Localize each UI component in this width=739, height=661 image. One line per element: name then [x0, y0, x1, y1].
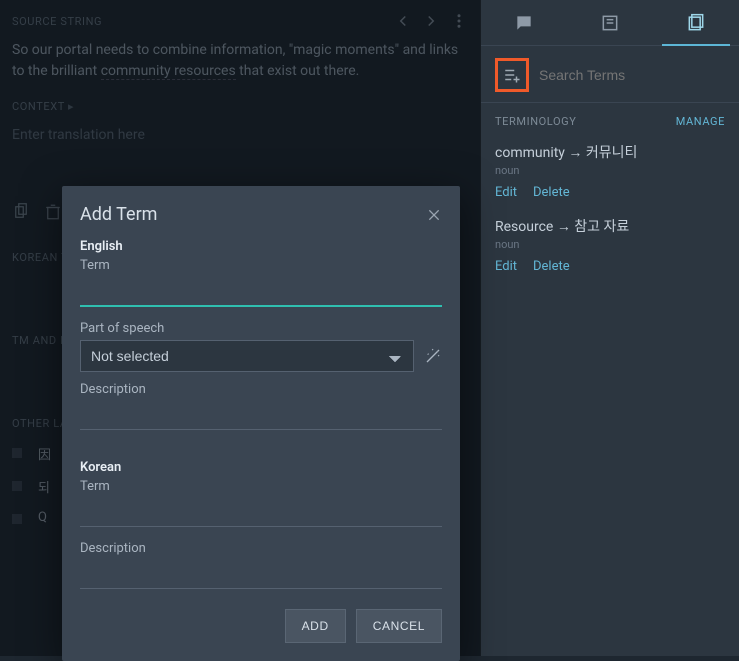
- right-panel: TERMINOLOGY MANAGE community → 커뮤니티 noun…: [480, 0, 739, 656]
- term-word: community → 커뮤니티: [495, 142, 725, 162]
- korean-label: Korean: [80, 460, 442, 475]
- search-row: [481, 46, 739, 103]
- term-delete-link[interactable]: Delete: [533, 259, 570, 274]
- term-entry: community → 커뮤니티 noun Edit Delete: [481, 136, 739, 210]
- term-edit-link[interactable]: Edit: [495, 185, 517, 200]
- add-term-modal: Add Term English Term Part of speech Not…: [62, 186, 460, 661]
- search-input[interactable]: [539, 67, 725, 83]
- term-label-ko: Term: [80, 479, 442, 494]
- term-delete-link[interactable]: Delete: [533, 185, 570, 200]
- add-button[interactable]: ADD: [285, 609, 346, 643]
- close-icon[interactable]: [426, 207, 442, 223]
- term-word: Resource → 참고 자료: [495, 216, 725, 236]
- terms-icon: [686, 13, 706, 33]
- desc-label-ko: Description: [80, 541, 442, 556]
- term-label: Term: [80, 258, 442, 273]
- tab-comments[interactable]: [481, 0, 567, 45]
- terminology-header: TERMINOLOGY MANAGE: [481, 103, 739, 136]
- term-actions: Edit Delete: [495, 255, 725, 274]
- term-pos: noun: [495, 164, 725, 177]
- comment-icon: [514, 13, 534, 33]
- terminology-label: TERMINOLOGY: [495, 115, 576, 128]
- add-list-icon: [503, 66, 521, 84]
- term-actions: Edit Delete: [495, 181, 725, 200]
- tab-reference[interactable]: [567, 0, 653, 45]
- term-edit-link[interactable]: Edit: [495, 259, 517, 274]
- english-term-input[interactable]: [80, 277, 442, 307]
- pos-label: Part of speech: [80, 321, 442, 336]
- tab-terms[interactable]: [653, 0, 739, 45]
- pos-select[interactable]: Not selected: [80, 340, 414, 372]
- term-entry: Resource → 참고 자료 noun Edit Delete: [481, 210, 739, 284]
- korean-term-input[interactable]: [80, 498, 442, 527]
- pos-row: Not selected: [80, 340, 442, 372]
- term-pos: noun: [495, 238, 725, 251]
- english-label: English: [80, 239, 442, 254]
- magic-wand-icon[interactable]: [424, 347, 442, 365]
- cancel-button[interactable]: CANCEL: [356, 609, 442, 643]
- book-icon: [600, 13, 620, 33]
- manage-link[interactable]: MANAGE: [676, 115, 725, 128]
- english-desc-input[interactable]: [80, 401, 442, 430]
- tab-row: [481, 0, 739, 46]
- add-term-button[interactable]: [495, 58, 529, 92]
- korean-desc-input[interactable]: [80, 560, 442, 589]
- modal-header: Add Term: [80, 204, 442, 225]
- modal-title: Add Term: [80, 204, 157, 225]
- modal-footer: ADD CANCEL: [80, 609, 442, 643]
- desc-label: Description: [80, 382, 442, 397]
